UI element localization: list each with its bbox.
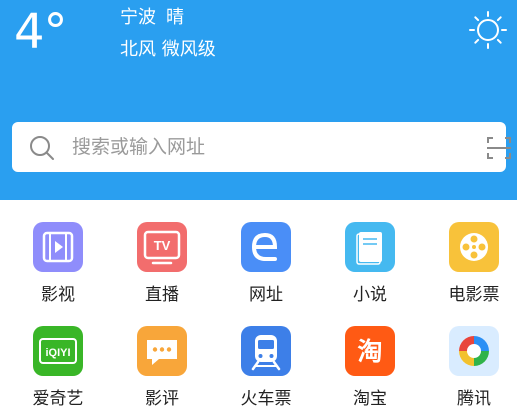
weather-condition: 晴 — [166, 7, 184, 28]
scan-icon[interactable] — [486, 135, 512, 161]
shortcut-grid: 影视 TV 直播 网址 小说 电影票 iQIYI 爱奇艺 影评 火车票 淘 淘宝… — [0, 200, 517, 420]
search-bar[interactable] — [12, 122, 511, 172]
weather-header: 4° 宁波晴 北风 微风级 — [0, 0, 517, 200]
shortcut-label: 爱奇艺 — [32, 389, 84, 409]
shortcut-label: 火车票 — [240, 389, 292, 409]
tv-icon: TV — [137, 222, 187, 272]
wind-info: 北风 微风级 — [120, 39, 216, 60]
taobao-icon: 淘 — [345, 326, 395, 376]
shortcut-label: 腾讯 — [457, 389, 491, 409]
video-icon — [33, 222, 83, 272]
shortcut-label: 直播 — [145, 285, 179, 305]
comment-icon — [137, 326, 187, 376]
shortcut-label: 影视 — [41, 285, 75, 305]
shortcut-label: 网址 — [249, 285, 283, 305]
svg-text:淘: 淘 — [357, 337, 382, 366]
search-icon — [30, 136, 54, 160]
shortcut-label: 影评 — [145, 389, 179, 409]
browser-e-icon — [241, 222, 291, 272]
book-icon — [345, 222, 395, 272]
train-icon — [241, 326, 291, 376]
iqiyi-icon: iQIYI — [33, 326, 83, 376]
svg-text:iQIYI: iQIYI — [45, 347, 70, 359]
svg-text:TV: TV — [154, 238, 171, 253]
shortcut-label: 小说 — [353, 285, 387, 305]
weather-location-condition: 宁波晴 — [120, 6, 184, 30]
temperature: 4° — [14, 4, 68, 60]
sun-icon[interactable] — [468, 10, 508, 50]
city-name: 宁波 — [120, 7, 156, 28]
shortcut-movie-ticket[interactable]: 电影票 — [442, 200, 517, 305]
shortcut-tencent[interactable]: 腾讯 — [442, 304, 517, 409]
search-input[interactable] — [72, 122, 452, 172]
shortcut-label: 电影票 — [448, 285, 500, 305]
tencent-news-icon — [449, 326, 499, 376]
shortcut-label: 淘宝 — [353, 389, 387, 409]
film-reel-icon — [449, 222, 499, 272]
